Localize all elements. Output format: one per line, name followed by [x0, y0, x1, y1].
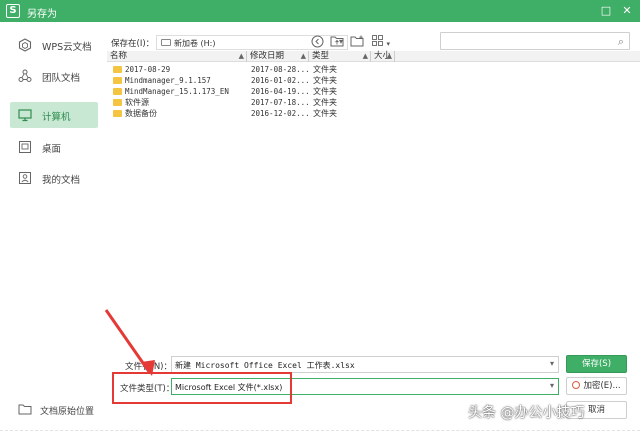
- desktop-icon: [19, 141, 31, 153]
- sidebar-item-my-documents[interactable]: 我的文档: [10, 165, 98, 191]
- file-size: [373, 97, 395, 108]
- file-name: 软件源: [125, 98, 149, 107]
- file-size: [373, 64, 395, 75]
- list-item[interactable]: MindManager_15.1.173_EN 2016-04-19... 文件…: [107, 86, 640, 97]
- column-header-date[interactable]: 修改日期 ▲: [247, 51, 309, 62]
- file-type: 文件夹: [313, 65, 337, 74]
- sidebar-item-label: 计算机: [42, 112, 71, 123]
- location-toolbar: 保存在(I)： 新加卷 (H:) ▾ ▾ ⌕: [104, 22, 640, 50]
- column-header-type[interactable]: 类型 ▲: [309, 51, 371, 62]
- drive-icon: [161, 39, 171, 46]
- file-type: 文件夹: [313, 109, 337, 118]
- view-menu-button[interactable]: ▾: [370, 35, 392, 50]
- computer-icon: [18, 109, 32, 122]
- file-type: 文件夹: [313, 98, 337, 107]
- search-icon: ⌕: [617, 35, 624, 48]
- filename-value: 新建 Microsoft Office Excel 工作表.xlsx: [175, 361, 355, 370]
- file-type: 文件夹: [313, 76, 337, 85]
- filename-input[interactable]: 新建 Microsoft Office Excel 工作表.xlsx ▾: [171, 356, 559, 373]
- chevron-down-icon: ▾: [549, 359, 554, 368]
- new-folder-button[interactable]: [349, 35, 365, 50]
- list-item[interactable]: 2017-08-29 2017-08-28... 文件夹: [107, 64, 640, 75]
- column-header-size[interactable]: 大小 ▲: [371, 51, 395, 62]
- cloud-icon: [18, 38, 32, 52]
- close-button[interactable]: ✕: [619, 3, 635, 19]
- save-button[interactable]: 保存(S): [566, 355, 627, 373]
- sort-arrow-icon: ▲: [362, 52, 368, 60]
- sidebar-item-label: 我的文档: [42, 175, 81, 186]
- shield-icon: [572, 381, 581, 389]
- list-item[interactable]: 软件源 2017-07-18... 文件夹: [107, 97, 640, 108]
- sidebar: WPS云文档 团队文档 计算机 桌面 我的文档 文档原始位置: [0, 22, 104, 436]
- sidebar-item-wps-cloud[interactable]: WPS云文档: [10, 32, 98, 58]
- file-name: Mindmanager_9.1.157: [125, 76, 211, 85]
- background-grid: [0, 430, 640, 436]
- column-header-name[interactable]: 名称 ▲: [107, 51, 247, 62]
- file-date: 2016-04-19...: [251, 87, 309, 96]
- folder-icon: [113, 66, 122, 73]
- up-folder-button[interactable]: [329, 35, 345, 50]
- file-date: 2016-12-02...: [251, 109, 309, 118]
- folder-icon: [113, 99, 122, 106]
- filename-label: 文件名(N)：: [125, 362, 172, 372]
- file-name: 数据备份: [125, 109, 157, 118]
- back-icon: [311, 35, 323, 48]
- sidebar-item-desktop[interactable]: 桌面: [10, 134, 98, 160]
- title-bar: S 另存为 □ ✕: [0, 0, 640, 22]
- chevron-down-icon: ▾: [386, 40, 390, 48]
- folder-icon: [113, 110, 122, 117]
- file-date: 2016-01-02...: [251, 76, 309, 85]
- original-location-link[interactable]: 文档原始位置: [10, 398, 104, 422]
- search-input[interactable]: ⌕: [440, 32, 630, 50]
- sort-arrow-icon: ▲: [238, 52, 244, 60]
- file-list-header: 名称 ▲ 修改日期 ▲ 类型 ▲ 大小 ▲: [107, 51, 640, 62]
- team-icon: [18, 69, 32, 82]
- save-in-label: 保存在(I)：: [111, 39, 155, 49]
- maximize-button[interactable]: □: [598, 3, 614, 19]
- list-item[interactable]: Mindmanager_9.1.157 2016-01-02... 文件夹: [107, 75, 640, 86]
- sidebar-item-label: WPS云文档: [42, 42, 92, 53]
- sidebar-item-label: 团队文档: [42, 73, 81, 84]
- file-name: MindManager_15.1.173_EN: [125, 87, 229, 96]
- file-date: 2017-08-28...: [251, 65, 309, 74]
- view-grid-icon: [372, 35, 383, 46]
- list-item[interactable]: 数据备份 2016-12-02... 文件夹: [107, 108, 640, 119]
- file-name: 2017-08-29: [125, 65, 171, 74]
- watermark-text: 头条 @办公小技巧: [468, 405, 585, 421]
- wps-logo-icon: S: [6, 4, 20, 18]
- file-size: [373, 75, 395, 86]
- file-date: 2017-07-18...: [251, 98, 309, 107]
- sort-arrow-icon: ▲: [300, 52, 306, 60]
- folder-icon: [18, 404, 32, 415]
- new-folder-icon: [350, 35, 364, 47]
- up-folder-icon: [330, 36, 344, 47]
- file-size: [373, 86, 395, 97]
- chevron-down-icon: ▾: [549, 381, 554, 390]
- sidebar-item-team-docs[interactable]: 团队文档: [10, 63, 98, 89]
- location-value: 新加卷 (H:): [174, 39, 216, 48]
- file-list: 名称 ▲ 修改日期 ▲ 类型 ▲ 大小 ▲ 2017-08-29 2017-08…: [107, 51, 640, 341]
- file-type: 文件夹: [313, 87, 337, 96]
- original-location-label: 文档原始位置: [40, 407, 95, 417]
- my-documents-icon: [19, 172, 31, 184]
- sidebar-item-label: 桌面: [42, 144, 62, 155]
- file-size: [373, 108, 395, 119]
- back-button[interactable]: [309, 35, 325, 50]
- annotation-highlight-box: [112, 372, 292, 404]
- folder-icon: [113, 88, 122, 95]
- folder-icon: [113, 77, 122, 84]
- window-title: 另存为: [27, 9, 57, 20]
- sort-arrow-icon: ▲: [386, 52, 392, 60]
- encrypt-button[interactable]: 加密(E)...: [566, 377, 627, 395]
- sidebar-item-computer[interactable]: 计算机: [10, 102, 98, 128]
